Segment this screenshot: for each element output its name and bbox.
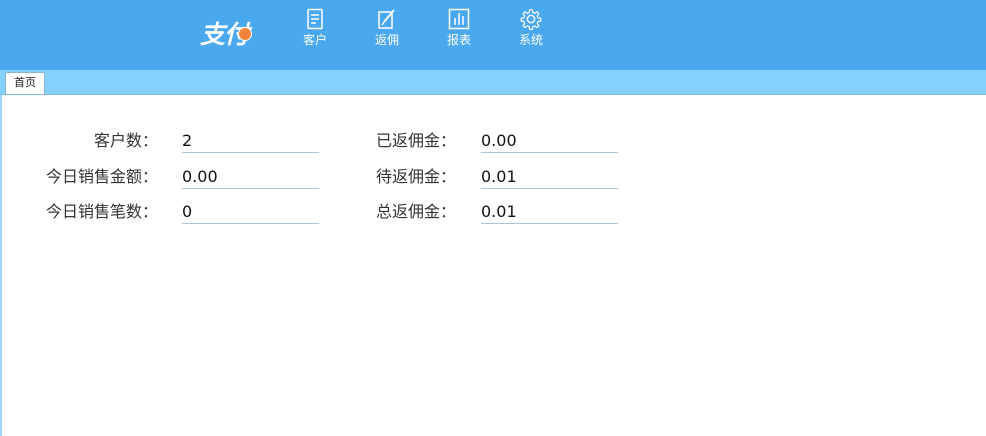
nav-label: 报表 xyxy=(446,33,471,47)
customer-count-field[interactable]: 2 xyxy=(182,131,319,153)
pending-rebate-field[interactable]: 0.01 xyxy=(481,167,618,189)
paid-rebate-label: 已返佣金： xyxy=(375,131,456,150)
pending-rebate-label: 待返佣金： xyxy=(375,167,456,186)
logo-dot-icon xyxy=(238,27,252,41)
today-sales-amount-field[interactable]: 0.00 xyxy=(182,167,319,189)
today-sales-count-label: 今日销售笔数： xyxy=(45,202,158,221)
top-header: 支付 客户 返佣 报表 系统 xyxy=(0,0,986,70)
today-sales-count-field[interactable]: 0 xyxy=(182,202,319,224)
edit-icon xyxy=(378,9,395,29)
dashboard-panel: 客户数： 2 今日销售金额： 0.00 今日销售笔数： 0 已返佣金： 0.00… xyxy=(0,95,986,436)
nav-item-reports[interactable]: 报表 xyxy=(434,8,484,58)
today-sales-amount-label: 今日销售金额： xyxy=(45,167,158,186)
customer-count-label: 客户数： xyxy=(93,131,158,150)
total-rebate-field[interactable]: 0.01 xyxy=(481,202,618,224)
nav-item-system[interactable]: 系统 xyxy=(506,8,556,58)
nav-label: 客户 xyxy=(302,33,327,47)
nav-item-rebate[interactable]: 返佣 xyxy=(362,8,412,58)
gear-icon xyxy=(520,9,542,30)
tab-bar: 首页 xyxy=(0,70,986,95)
paid-rebate-field[interactable]: 0.00 xyxy=(481,131,618,153)
nav-label: 返佣 xyxy=(374,33,399,47)
nav-label: 系统 xyxy=(518,33,543,47)
bar-chart-icon xyxy=(448,8,470,30)
tab-home[interactable]: 首页 xyxy=(5,72,45,94)
brand-logo[interactable]: 支付 xyxy=(200,13,264,51)
nav-item-customers[interactable]: 客户 xyxy=(290,8,340,58)
document-icon xyxy=(307,8,323,30)
total-rebate-label: 总返佣金： xyxy=(375,202,456,221)
